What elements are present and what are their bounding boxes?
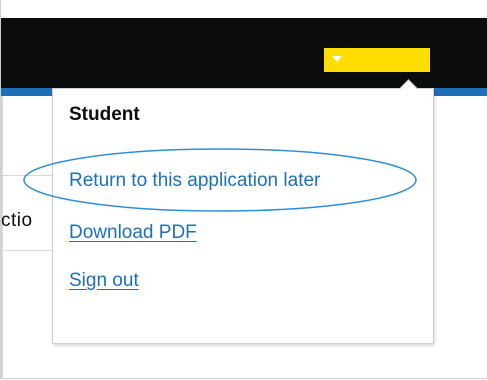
download-pdf-link[interactable]: Download PDF xyxy=(69,222,197,244)
account-user-name: Student xyxy=(69,104,140,125)
chevron-down-icon xyxy=(332,56,342,62)
page-frame: ctio Student Return to this application … xyxy=(0,0,488,379)
background-divider xyxy=(1,250,56,251)
account-dropdown xyxy=(52,88,434,344)
sign-out-link[interactable]: Sign out xyxy=(69,270,139,292)
return-later-link[interactable]: Return to this application later xyxy=(69,170,320,192)
account-menu-toggle[interactable] xyxy=(324,48,430,72)
background-partial-text: ctio xyxy=(1,210,33,231)
background-divider xyxy=(1,175,56,176)
content-border xyxy=(1,96,3,378)
